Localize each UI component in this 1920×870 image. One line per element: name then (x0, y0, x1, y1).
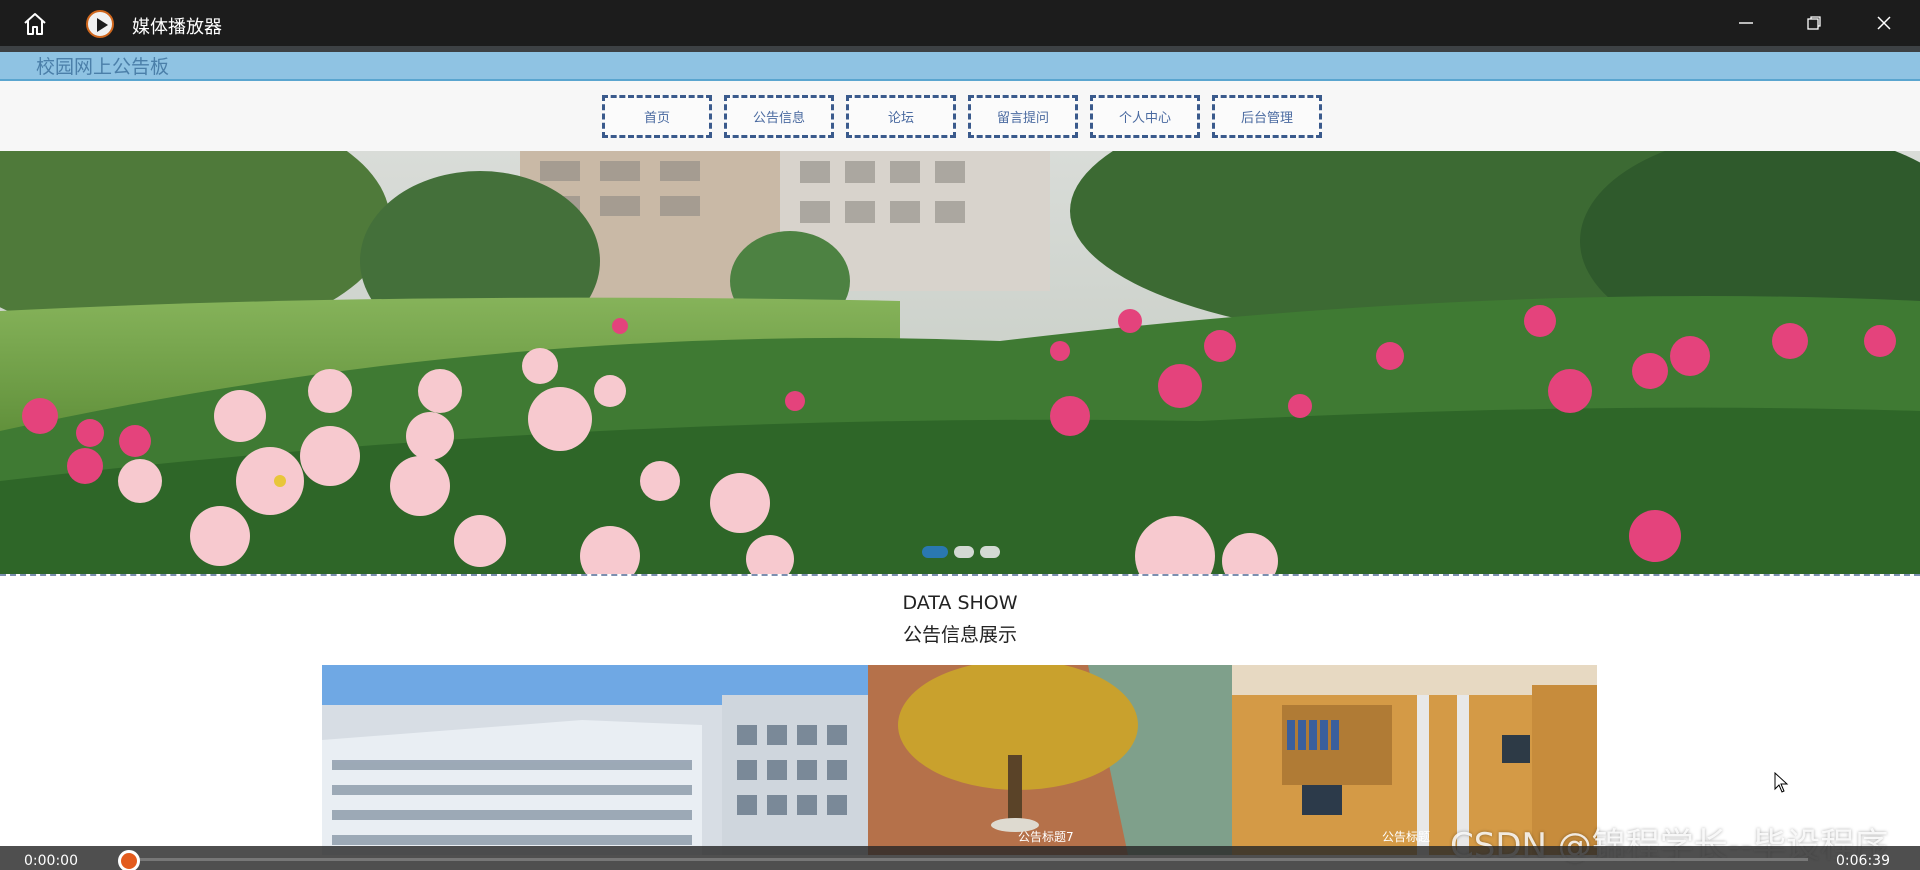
play-circle-icon (86, 10, 114, 38)
gallery-caption: 公告标题7 (1018, 830, 1074, 844)
carousel-dot-1[interactable] (922, 546, 948, 558)
gallery-item[interactable]: 公告标题7 (868, 665, 1232, 855)
nav-profile[interactable]: 个人中心 (1090, 95, 1200, 138)
site-header: 校园网上公告板 (0, 46, 1920, 81)
window-titlebar: 媒体播放器 (0, 0, 1920, 46)
announcement-gallery: 公告标题7 公告标题 (322, 665, 1597, 855)
minimize-icon (1739, 22, 1753, 24)
nav-home[interactable]: 首页 (602, 95, 712, 138)
minimize-button[interactable] (1712, 0, 1780, 46)
window-title: 媒体播放器 (132, 17, 222, 38)
carousel-dot-2[interactable] (954, 546, 974, 558)
nav-admin[interactable]: 后台管理 (1212, 95, 1322, 138)
gallery-image-tree (868, 665, 1232, 855)
mouse-cursor-icon (1774, 772, 1789, 793)
carousel-dot-3[interactable] (980, 546, 1000, 558)
close-icon (1877, 16, 1891, 30)
nav-forum[interactable]: 论坛 (846, 95, 956, 138)
total-time: 0:06:39 (1836, 853, 1890, 869)
restore-icon (1807, 16, 1821, 30)
seek-bar[interactable] (128, 858, 1808, 861)
restore-button[interactable] (1780, 0, 1848, 46)
hero-banner[interactable] (0, 151, 1920, 576)
current-time: 0:00:00 (24, 853, 78, 869)
section-title-cn: 公告信息展示 (902, 624, 1017, 646)
hero-image (0, 151, 1920, 574)
carousel-indicators (922, 546, 1000, 558)
nav-announcements[interactable]: 公告信息 (724, 95, 834, 138)
nav-messages[interactable]: 留言提问 (968, 95, 1078, 138)
gallery-caption: 公告标题 (1382, 830, 1431, 844)
seek-handle[interactable] (118, 850, 140, 870)
close-button[interactable] (1850, 0, 1918, 46)
gallery-item[interactable] (322, 665, 868, 855)
data-show-section: DATA SHOW 公告信息展示 (0, 578, 1920, 670)
media-player-controls: 0:00:00 0:06:39 (0, 846, 1920, 870)
site-brand[interactable]: 校园网上公告板 (36, 52, 169, 79)
home-icon[interactable] (22, 11, 48, 37)
gallery-image-building (322, 665, 868, 855)
section-title-en: DATA SHOW (902, 592, 1018, 614)
main-nav: 首页 公告信息 论坛 留言提问 个人中心 后台管理 (0, 81, 1920, 151)
